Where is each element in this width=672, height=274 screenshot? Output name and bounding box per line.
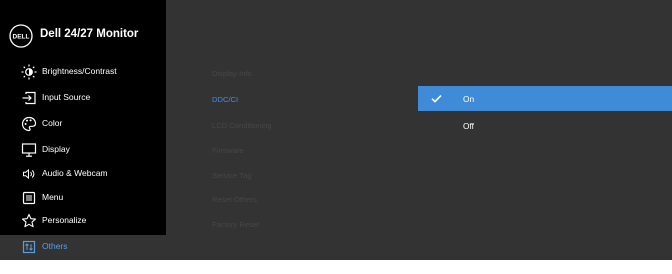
- submenu-item-firmware[interactable]: Firmware: [212, 146, 244, 155]
- sidebar-item-label: Brightness/Contrast: [42, 66, 117, 76]
- sidebar-item-label: Display: [42, 144, 70, 154]
- option-label: On: [463, 94, 475, 104]
- sidebar-item-label: Others: [42, 241, 68, 251]
- monitor-osd: DELL Dell 24/27 Monitor Brightness/Contr…: [0, 0, 672, 260]
- sidebar-item-brightness-contrast[interactable]: Brightness/Contrast: [0, 60, 166, 85]
- display-icon: [21, 143, 37, 157]
- menu-icon: [22, 191, 36, 205]
- sidebar-item-menu[interactable]: Menu: [0, 186, 166, 211]
- input-source-icon: [22, 91, 36, 105]
- submenu-item-factory-reset[interactable]: Factory Reset: [212, 220, 259, 229]
- brightness-icon: [21, 64, 37, 80]
- option-off[interactable]: Off: [418, 113, 672, 138]
- submenu-item-lcd-conditioning[interactable]: LCD Conditioning: [212, 121, 272, 130]
- sidebar-item-others[interactable]: Others: [0, 235, 166, 260]
- dell-logo-icon: DELL: [9, 24, 33, 48]
- header: DELL Dell 24/27 Monitor: [0, 0, 166, 66]
- sidebar-item-color[interactable]: Color: [0, 112, 166, 137]
- option-on[interactable]: On: [418, 86, 672, 111]
- sidebar-item-label: Audio & Webcam: [42, 168, 108, 178]
- color-palette-icon: [21, 116, 37, 132]
- submenu-item-service-tag[interactable]: Service Tag: [212, 171, 252, 180]
- sidebar-item-label: Color: [42, 118, 63, 128]
- sidebar: DELL Dell 24/27 Monitor Brightness/Contr…: [0, 0, 166, 260]
- sidebar-item-input-source[interactable]: Input Source: [0, 86, 166, 111]
- sidebar-item-label: Menu: [42, 192, 64, 202]
- star-icon: [21, 213, 37, 228]
- audio-icon: [23, 168, 35, 180]
- sidebar-item-display[interactable]: Display: [0, 138, 166, 163]
- submenu-item-ddc-ci[interactable]: DDC/CI: [212, 95, 238, 104]
- svg-text:DELL: DELL: [13, 34, 30, 41]
- submenu-item-reset-others[interactable]: Reset Others: [212, 195, 257, 204]
- sidebar-item-label: Personalize: [42, 215, 87, 225]
- checkmark-icon: [431, 94, 442, 103]
- others-icon: [22, 240, 36, 254]
- submenu-item-display-info[interactable]: Display Info: [212, 69, 252, 78]
- option-label: Off: [463, 121, 474, 131]
- sidebar-item-audio-webcam[interactable]: Audio & Webcam: [0, 162, 166, 187]
- sidebar-item-personalize[interactable]: Personalize: [0, 209, 166, 234]
- sidebar-item-label: Input Source: [42, 92, 91, 102]
- monitor-title: Dell 24/27 Monitor: [40, 28, 139, 40]
